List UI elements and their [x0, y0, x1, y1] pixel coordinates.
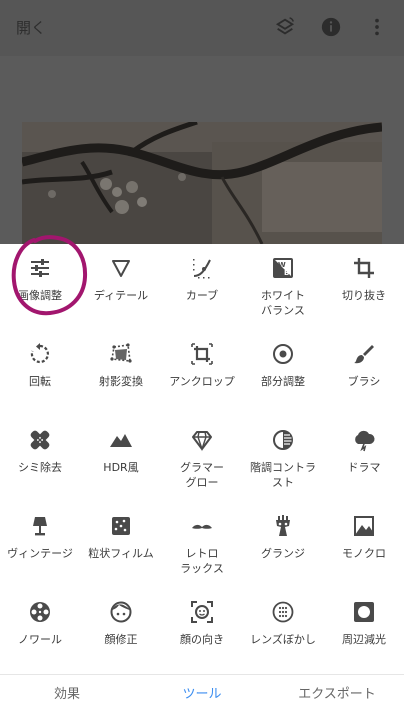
tools-panel: 画像調整 ディテール カーブ W B ホワイト バランス 切り抜き回転 射影変換 アンクロップ 部…: [0, 244, 404, 674]
tool-label: アンクロップ: [169, 375, 235, 388]
svg-text:W: W: [278, 261, 286, 269]
tool-white-balance[interactable]: W B ホワイト バランス: [243, 244, 323, 330]
grainy-film-icon: [109, 514, 133, 538]
crop-icon: [352, 256, 376, 280]
tool-label: 粒状フィルム: [88, 547, 154, 560]
noir-icon: [28, 600, 52, 624]
tool-label: 切り抜き: [342, 289, 386, 302]
tool-noir[interactable]: ノワール: [0, 588, 80, 674]
tool-label: 射影変換: [99, 375, 143, 388]
top-bar: 開く: [0, 0, 404, 56]
tool-drama[interactable]: ドラマ: [324, 416, 404, 502]
more-menu-icon[interactable]: [364, 14, 390, 40]
tool-label: 部分調整: [261, 375, 305, 388]
tool-rotate[interactable]: 回転: [0, 330, 80, 416]
tool-triangle-down[interactable]: ディテール: [81, 244, 161, 330]
bottom-tab-bar: 効果 ツール エクスポート: [0, 674, 404, 719]
tool-label: 顔の向き: [180, 633, 224, 646]
tool-crop[interactable]: 切り抜き: [324, 244, 404, 330]
tool-label: ヴィンテージ: [7, 547, 73, 560]
tool-label: レトロ ラックス: [180, 547, 224, 575]
expand-icon: [190, 342, 214, 366]
tool-label: HDR風: [103, 461, 139, 474]
white-balance-icon: WB: [271, 256, 295, 280]
tool-hdr[interactable]: HDR風: [81, 416, 161, 502]
tool-tune[interactable]: 画像調整: [0, 244, 80, 330]
perspective-icon: [109, 342, 133, 366]
tool-vignette[interactable]: 周辺減光: [324, 588, 404, 674]
tool-glamour-glow[interactable]: グラマー グロー: [162, 416, 242, 502]
tune-icon: [28, 256, 52, 280]
healing-icon: [28, 428, 52, 452]
layers-history-icon[interactable]: [272, 14, 298, 40]
tool-label: レンズぼかし: [250, 633, 316, 646]
tool-expand[interactable]: アンクロップ: [162, 330, 242, 416]
tool-vintage[interactable]: ヴィンテージ: [0, 502, 80, 588]
hdr-icon: [109, 428, 133, 452]
tool-label: 周辺減光: [342, 633, 386, 646]
tool-retrolux[interactable]: レトロ ラックス: [162, 502, 242, 588]
selective-icon: [271, 342, 295, 366]
brush-icon: [352, 342, 376, 366]
tool-label: カーブ: [185, 289, 219, 302]
tool-lens-blur[interactable]: レンズぼかし: [243, 588, 323, 674]
tool-selective[interactable]: 部分調整: [243, 330, 323, 416]
tool-label: ホワイト バランス: [261, 289, 305, 317]
rotate-icon: [28, 342, 52, 366]
grunge-icon: [271, 514, 295, 538]
tool-head-pose[interactable]: 顔の向き: [162, 588, 242, 674]
tool-label: ドラマ: [347, 461, 381, 474]
head-pose-icon: [190, 600, 214, 624]
photo-area: [0, 56, 404, 244]
glamour-glow-icon: [190, 428, 214, 452]
curves-icon: [190, 256, 214, 280]
vintage-icon: [28, 514, 52, 538]
face-enhance-icon: [109, 600, 133, 624]
tool-label: ブラシ: [347, 375, 381, 388]
tool-label: モノクロ: [342, 547, 386, 560]
tool-grunge[interactable]: グランジ: [243, 502, 323, 588]
tool-black-white[interactable]: モノクロ: [324, 502, 404, 588]
tab-looks[interactable]: 効果: [0, 675, 134, 719]
tool-label: ノワール: [18, 633, 62, 646]
tab-export[interactable]: エクスポート: [270, 675, 404, 719]
tool-perspective[interactable]: 射影変換: [81, 330, 161, 416]
retrolux-icon: [190, 514, 214, 538]
info-icon[interactable]: [318, 14, 344, 40]
tool-label: 顔修正: [104, 633, 138, 646]
tool-label: 階調コントラ スト: [250, 461, 316, 489]
triangle-down-icon: [109, 256, 133, 280]
drama-icon: [352, 428, 376, 452]
tool-tonal-contrast[interactable]: 階調コントラ スト: [243, 416, 323, 502]
tonal-contrast-icon: [271, 428, 295, 452]
tool-label: ディテール: [93, 289, 149, 302]
photo-preview: [22, 122, 382, 244]
tool-curves[interactable]: カーブ: [162, 244, 242, 330]
black-white-icon: [352, 514, 376, 538]
tool-label: シミ除去: [18, 461, 62, 474]
tab-tools[interactable]: ツール: [134, 675, 270, 719]
svg-text:B: B: [284, 269, 289, 277]
tool-label: 画像調整: [18, 289, 62, 302]
lens-blur-icon: [271, 600, 295, 624]
vignette-icon: [352, 600, 376, 624]
tool-healing[interactable]: シミ除去: [0, 416, 80, 502]
tool-label: グラマー グロー: [180, 461, 224, 489]
tool-grainy-film[interactable]: 粒状フィルム: [81, 502, 161, 588]
open-button[interactable]: 開く: [16, 17, 46, 38]
tool-brush[interactable]: ブラシ: [324, 330, 404, 416]
tool-label: グランジ: [261, 547, 305, 560]
tool-face-enhance[interactable]: 顔修正: [81, 588, 161, 674]
tool-label: 回転: [29, 375, 51, 388]
